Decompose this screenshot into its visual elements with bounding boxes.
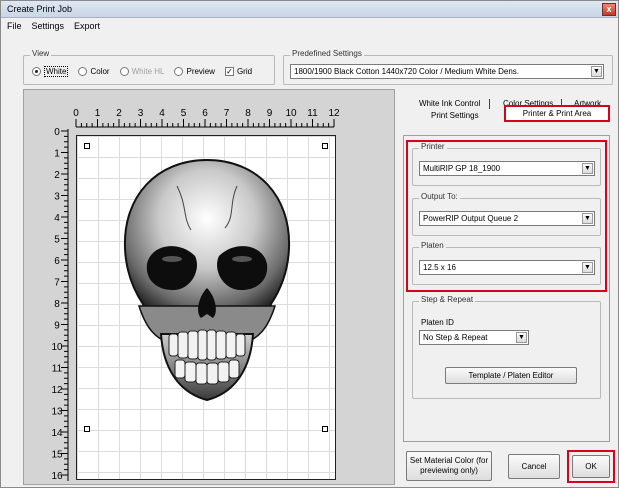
view-white-hl-radio[interactable]: White HL bbox=[119, 67, 165, 76]
chevron-down-icon: ▼ bbox=[591, 66, 602, 77]
window-title: Create Print Job bbox=[7, 4, 73, 14]
step-repeat-group: Step & Repeat Platen ID No Step & Repeat… bbox=[412, 295, 601, 399]
ruler-v-label: 1 bbox=[54, 149, 60, 160]
checkmark-icon: ✓ bbox=[224, 67, 234, 76]
ruler-h-label: 10 bbox=[285, 108, 297, 119]
platen-group: Platen 12.5 x 16 ▼ bbox=[412, 241, 601, 285]
grid-checkbox[interactable]: ✓ Grid bbox=[224, 67, 253, 76]
chevron-down-icon: ▼ bbox=[582, 262, 593, 273]
ruler-h-label: 2 bbox=[116, 108, 122, 119]
ruler-h-label: 11 bbox=[307, 108, 318, 119]
view-white-radio[interactable]: White bbox=[32, 66, 69, 77]
resize-handle-bottom-right[interactable] bbox=[322, 426, 328, 432]
ruler-v-label: 14 bbox=[51, 428, 63, 439]
resize-handle-top-left[interactable] bbox=[84, 143, 90, 149]
view-preview-label: Preview bbox=[186, 67, 215, 76]
view-group-label: View bbox=[30, 49, 52, 58]
printer-value: MultiRIP GP 18_1900 bbox=[423, 164, 501, 173]
ruler-v-label: 2 bbox=[54, 170, 60, 181]
ruler-v-label: 10 bbox=[51, 342, 63, 353]
ruler-v-label: 0 bbox=[54, 127, 60, 138]
ruler-h-label: 12 bbox=[328, 108, 340, 119]
ruler-v-label: 13 bbox=[51, 407, 63, 418]
ruler-h-label: 1 bbox=[95, 108, 101, 119]
chevron-down-icon: ▼ bbox=[582, 213, 593, 224]
resize-handle-bottom-left[interactable] bbox=[84, 426, 90, 432]
view-group: View White Color White HL Preview ✓ Grid bbox=[23, 49, 275, 85]
ruler-h-label: 4 bbox=[159, 108, 165, 119]
template-platen-editor-button[interactable]: Template / Platen Editor bbox=[445, 367, 577, 384]
ruler-h-label: 3 bbox=[138, 108, 144, 119]
predefined-settings-select[interactable]: 1800/1900 Black Cotton 1440x720 Color / … bbox=[290, 64, 604, 79]
radio-empty-icon bbox=[78, 67, 88, 76]
step-repeat-label: Step & Repeat bbox=[419, 295, 476, 304]
menu-bar: File Settings Export bbox=[7, 21, 100, 35]
ruler-h-label: 7 bbox=[224, 108, 230, 119]
predefined-settings-value: 1800/1900 Black Cotton 1440x720 Color / … bbox=[294, 67, 520, 76]
view-white-hl-label: White HL bbox=[131, 67, 165, 76]
resize-handle-top-right[interactable] bbox=[322, 143, 328, 149]
create-print-job-window: Create Print Job x File Settings Export … bbox=[0, 0, 619, 488]
predefined-settings-group: Predefined Settings 1800/1900 Black Cott… bbox=[283, 49, 613, 85]
ruler-h-label: 9 bbox=[267, 108, 273, 119]
output-value: PowerRIP Output Queue 2 bbox=[423, 214, 519, 223]
chevron-down-icon: ▼ bbox=[516, 332, 527, 343]
ruler-v-label: 4 bbox=[54, 213, 60, 224]
skull-artwork-image[interactable] bbox=[117, 156, 297, 406]
menu-settings[interactable]: Settings bbox=[32, 21, 65, 35]
vertical-ruler: 012345678910111213141516 bbox=[51, 127, 69, 482]
horizontal-ruler: 0 1 2 3 4 5 6 7 8 9 10 11 12 bbox=[73, 108, 340, 128]
ruler-v-label: 9 bbox=[54, 321, 60, 332]
ruler-v-label: 5 bbox=[54, 235, 60, 246]
ruler-h-label: 0 bbox=[73, 108, 79, 119]
menu-file[interactable]: File bbox=[7, 21, 22, 35]
ruler-v-label: 6 bbox=[54, 256, 60, 267]
radio-empty-icon bbox=[119, 67, 129, 76]
tab-white-ink-control[interactable]: White Ink Control bbox=[419, 99, 480, 108]
output-group: Output To: PowerRIP Output Queue 2 ▼ bbox=[412, 192, 601, 236]
platen-preview[interactable] bbox=[76, 135, 336, 480]
platen-label: Platen bbox=[419, 241, 446, 250]
view-preview-radio[interactable]: Preview bbox=[174, 67, 215, 76]
ruler-h-label: 6 bbox=[202, 108, 208, 119]
output-select[interactable]: PowerRIP Output Queue 2 ▼ bbox=[419, 211, 595, 226]
view-color-label: Color bbox=[90, 67, 110, 76]
ok-button[interactable]: OK bbox=[572, 455, 610, 478]
predefined-settings-label: Predefined Settings bbox=[290, 49, 364, 58]
ruler-h-label: 5 bbox=[181, 108, 187, 119]
chevron-down-icon: ▼ bbox=[582, 163, 593, 174]
view-color-radio[interactable]: Color bbox=[78, 67, 110, 76]
radio-empty-icon bbox=[174, 67, 184, 76]
platen-id-value: No Step & Repeat bbox=[423, 333, 488, 342]
printer-label: Printer bbox=[419, 142, 447, 151]
radio-selected-icon bbox=[32, 67, 41, 76]
platen-id-select[interactable]: No Step & Repeat ▼ bbox=[419, 330, 529, 345]
ruler-v-label: 3 bbox=[54, 192, 60, 203]
set-material-color-button[interactable]: Set Material Color (for previewing only) bbox=[406, 451, 492, 481]
ruler-v-label: 12 bbox=[51, 385, 63, 396]
menu-export[interactable]: Export bbox=[74, 21, 100, 35]
tab-printer-print-area[interactable]: Printer & Print Area bbox=[504, 105, 610, 122]
ruler-v-label: 8 bbox=[54, 299, 60, 310]
ruler-h-label: 8 bbox=[245, 108, 251, 119]
ruler-v-label: 11 bbox=[52, 364, 63, 375]
printer-select[interactable]: MultiRIP GP 18_1900 ▼ bbox=[419, 161, 595, 176]
view-white-label: White bbox=[44, 66, 69, 77]
ruler-v-label: 15 bbox=[51, 450, 63, 461]
platen-id-label: Platen ID bbox=[421, 318, 454, 327]
platen-select[interactable]: 12.5 x 16 ▼ bbox=[419, 260, 595, 275]
printer-group: Printer MultiRIP GP 18_1900 ▼ bbox=[412, 142, 601, 186]
cancel-button[interactable]: Cancel bbox=[508, 454, 560, 479]
output-label: Output To: bbox=[419, 192, 460, 201]
title-bar: Create Print Job x bbox=[1, 1, 618, 18]
close-button[interactable]: x bbox=[602, 3, 616, 16]
tab-print-settings[interactable]: Print Settings bbox=[431, 111, 479, 120]
grid-label: Grid bbox=[236, 67, 253, 76]
tab-separator bbox=[489, 99, 490, 109]
ruler-v-label: 16 bbox=[51, 471, 63, 482]
platen-value: 12.5 x 16 bbox=[423, 263, 456, 272]
ruler-v-label: 7 bbox=[54, 278, 60, 289]
